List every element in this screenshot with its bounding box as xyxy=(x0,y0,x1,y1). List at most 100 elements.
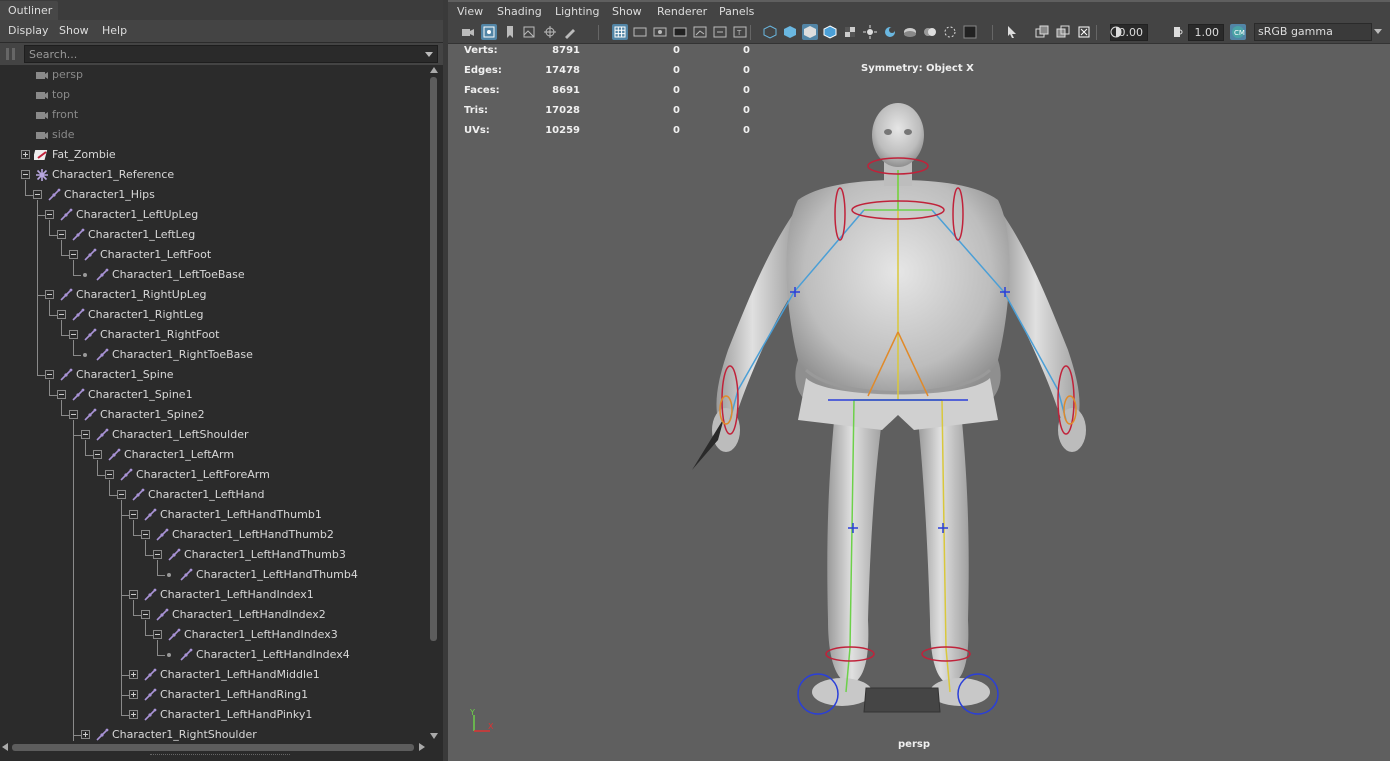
outliner-row[interactable]: Character1_LeftShoulder xyxy=(0,425,427,445)
scroll-right-icon[interactable] xyxy=(419,743,425,751)
expand-icon[interactable] xyxy=(129,670,138,679)
outliner-row[interactable]: Character1_LeftHandPinky1 xyxy=(0,705,427,725)
outliner-row[interactable]: Character1_LeftHandIndex4 xyxy=(0,645,427,665)
scroll-up-icon[interactable] xyxy=(430,67,438,73)
color-management-dropdown[interactable]: sRGB gamma xyxy=(1254,23,1372,41)
outliner-tab[interactable]: Outliner xyxy=(0,1,58,20)
menu-view[interactable]: View xyxy=(457,2,483,22)
skeleton-overlay[interactable] xyxy=(719,157,1077,715)
outliner-row[interactable]: Character1_LeftHandThumb2 xyxy=(0,525,427,545)
outliner-row[interactable]: Character1_LeftHandMiddle1 xyxy=(0,665,427,685)
outliner-row[interactable]: Character1_LeftHandIndex3 xyxy=(0,625,427,645)
menu-lighting[interactable]: Lighting xyxy=(555,2,599,22)
wireframe-on-shaded-icon[interactable] xyxy=(822,24,838,40)
exposure-icon[interactable] xyxy=(1108,24,1124,40)
2d-pan-zoom-icon[interactable] xyxy=(542,24,558,40)
grease-pencil-icon[interactable] xyxy=(562,24,578,40)
collapse-icon[interactable] xyxy=(45,370,54,379)
horizontal-scroll-thumb[interactable] xyxy=(12,744,414,751)
collapse-icon[interactable] xyxy=(153,630,162,639)
collapse-icon[interactable] xyxy=(153,550,162,559)
collapse-icon[interactable] xyxy=(93,450,102,459)
menu-shading[interactable]: Shading xyxy=(497,2,542,22)
outliner-row[interactable]: Character1_LeftHandThumb4 xyxy=(0,565,427,585)
collapse-icon[interactable] xyxy=(57,390,66,399)
safe-action-icon[interactable] xyxy=(712,24,728,40)
outliner-row[interactable]: Character1_LeftForeArm xyxy=(0,465,427,485)
outliner-row[interactable]: Character1_LeftArm xyxy=(0,445,427,465)
xray-joints-icon[interactable] xyxy=(1055,24,1071,40)
motion-blur-icon[interactable] xyxy=(922,24,938,40)
outliner-row[interactable]: top xyxy=(0,85,427,105)
outliner-row[interactable]: Character1_LeftToeBase xyxy=(0,265,427,285)
collapse-icon[interactable] xyxy=(129,510,138,519)
screen-space-ao-icon[interactable] xyxy=(902,24,918,40)
chevron-down-icon[interactable] xyxy=(1374,29,1382,34)
collapse-icon[interactable] xyxy=(129,590,138,599)
viewport-panel[interactable]: View Shading Lighting Show Renderer Pane… xyxy=(448,0,1390,761)
camera-attributes-icon[interactable] xyxy=(481,24,497,40)
outliner-row[interactable]: Character1_LeftHandThumb1 xyxy=(0,505,427,525)
outliner-row[interactable]: Character1_RightUpLeg xyxy=(0,285,427,305)
vertical-scroll-thumb[interactable] xyxy=(430,77,437,641)
zombie-mesh[interactable] xyxy=(692,103,1086,713)
collapse-icon[interactable] xyxy=(57,310,66,319)
outliner-row[interactable]: Character1_LeftHandRing1 xyxy=(0,685,427,705)
outliner-row[interactable]: Character1_Hips xyxy=(0,185,427,205)
outliner-row[interactable]: front xyxy=(0,105,427,125)
outliner-row[interactable]: Character1_RightShoulder xyxy=(0,725,427,741)
collapse-icon[interactable] xyxy=(117,490,126,499)
menu-help[interactable]: Help xyxy=(102,20,127,42)
xray-icon[interactable] xyxy=(1034,24,1050,40)
image-plane-icon[interactable] xyxy=(521,24,537,40)
collapse-icon[interactable] xyxy=(69,410,78,419)
depth-of-field-icon[interactable] xyxy=(962,24,978,40)
menu-show[interactable]: Show xyxy=(612,2,642,22)
collapse-icon[interactable] xyxy=(33,190,42,199)
grid-icon[interactable] xyxy=(612,24,628,40)
bookmark-icon[interactable] xyxy=(502,24,518,40)
collapse-icon[interactable] xyxy=(69,250,78,259)
collapse-icon[interactable] xyxy=(141,530,150,539)
menu-show[interactable]: Show xyxy=(59,20,89,42)
collapse-icon[interactable] xyxy=(105,470,114,479)
use-all-lights-icon[interactable] xyxy=(862,24,878,40)
outliner-row[interactable]: Character1_RightLeg xyxy=(0,305,427,325)
safe-title-icon[interactable]: T xyxy=(732,24,748,40)
expand-icon[interactable] xyxy=(129,690,138,699)
collapse-icon[interactable] xyxy=(45,290,54,299)
gamma-field[interactable]: 1.00 xyxy=(1188,24,1224,41)
search-dropdown-icon[interactable] xyxy=(425,52,433,57)
collapse-icon[interactable] xyxy=(69,330,78,339)
collapse-icon[interactable] xyxy=(81,430,90,439)
outliner-row[interactable]: Character1_LeftHandIndex2 xyxy=(0,605,427,625)
outliner-row[interactable]: Character1_Spine xyxy=(0,365,427,385)
outliner-horizontal-scrollbar[interactable] xyxy=(0,741,427,753)
collapse-icon[interactable] xyxy=(45,210,54,219)
search-input[interactable] xyxy=(29,46,419,62)
outliner-row[interactable]: Fat_Zombie xyxy=(0,145,427,165)
default-material-icon[interactable] xyxy=(802,24,818,40)
outliner-row[interactable]: persp xyxy=(0,65,427,85)
gate-mask-icon[interactable] xyxy=(672,24,688,40)
outliner-row[interactable]: Character1_LeftUpLeg xyxy=(0,205,427,225)
menu-display[interactable]: Display xyxy=(8,20,49,42)
outliner-row[interactable]: Character1_RightToeBase xyxy=(0,345,427,365)
outliner-row[interactable]: Character1_LeftHand xyxy=(0,485,427,505)
select-camera-icon[interactable] xyxy=(460,24,476,40)
outliner-row[interactable]: Character1_LeftHandThumb3 xyxy=(0,545,427,565)
outliner-row[interactable]: Character1_Reference xyxy=(0,165,427,185)
grip-icon[interactable] xyxy=(4,46,18,62)
scroll-left-icon[interactable] xyxy=(2,743,8,751)
color-management-icon[interactable]: CM xyxy=(1230,24,1246,40)
menu-renderer[interactable]: Renderer xyxy=(657,2,707,22)
outliner-vertical-scrollbar[interactable] xyxy=(427,65,440,741)
collapse-icon[interactable] xyxy=(21,170,30,179)
smooth-shade-icon[interactable] xyxy=(782,24,798,40)
wireframe-icon[interactable] xyxy=(762,24,778,40)
outliner-row[interactable]: Character1_Spine1 xyxy=(0,385,427,405)
outliner-row[interactable]: side xyxy=(0,125,427,145)
resize-grip[interactable] xyxy=(150,754,290,759)
resolution-gate-icon[interactable] xyxy=(652,24,668,40)
outliner-row[interactable]: Character1_LeftHandIndex1 xyxy=(0,585,427,605)
